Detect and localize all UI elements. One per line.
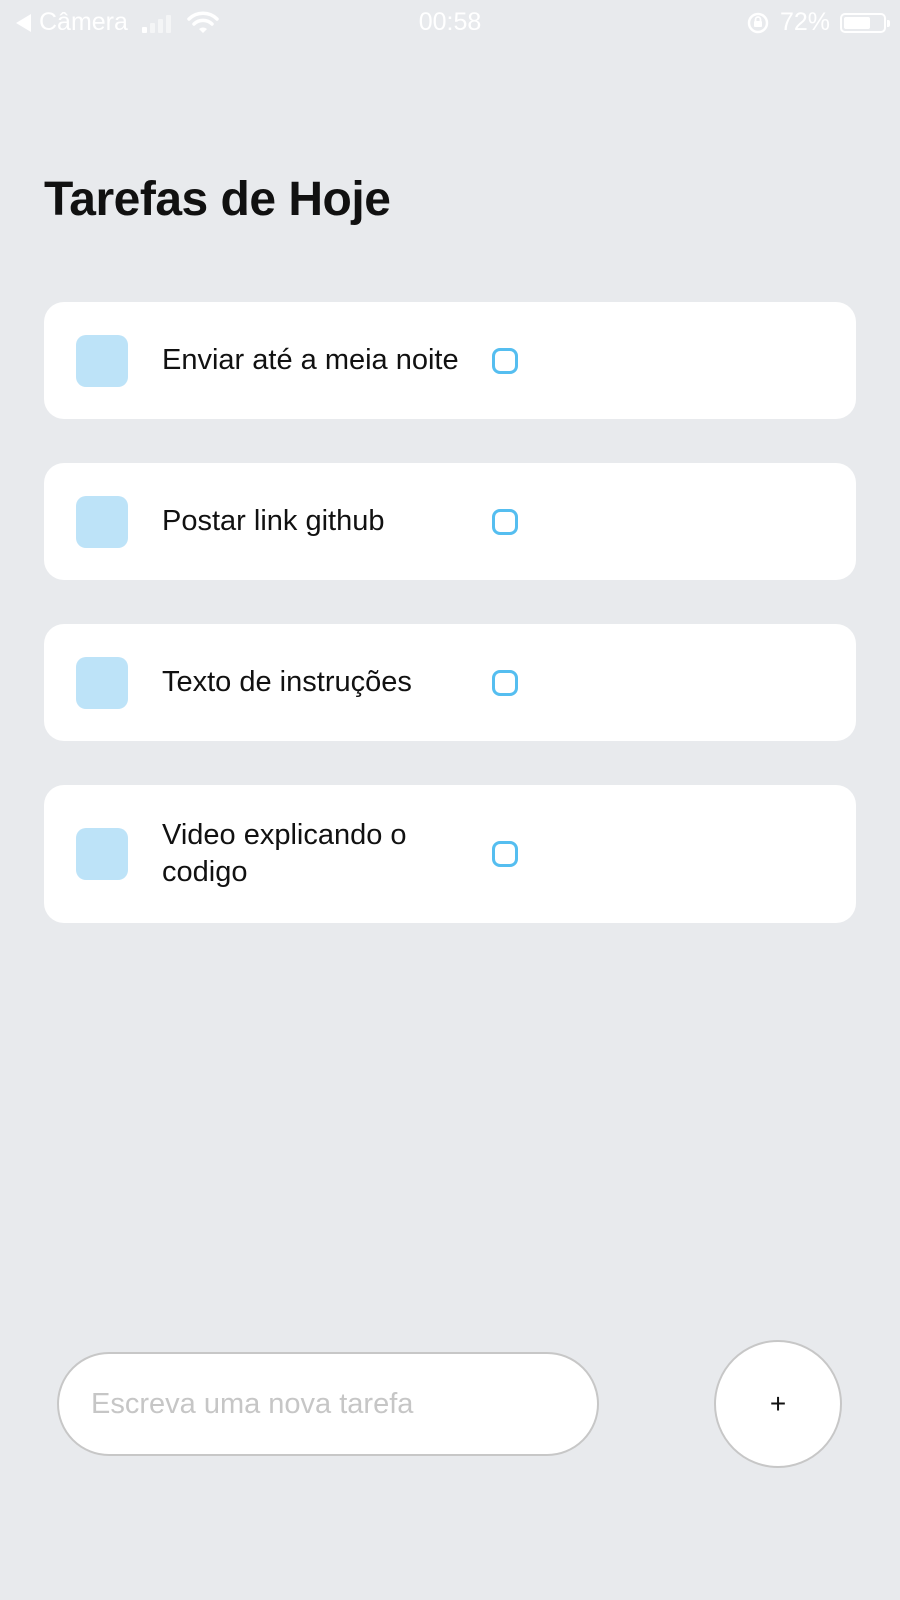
task-circle-icon[interactable] <box>492 508 518 535</box>
new-task-input[interactable] <box>57 1352 599 1456</box>
battery-icon <box>840 12 890 33</box>
task-circle-icon[interactable] <box>492 841 518 867</box>
task-list: Enviar até a meia noite Postar link gith… <box>44 302 856 967</box>
task-square-icon <box>76 828 128 880</box>
task-text: Enviar até a meia noite <box>162 344 459 376</box>
task-text: Video explicando o codigo <box>162 819 407 888</box>
task-circle-icon[interactable] <box>492 669 518 696</box>
battery-fill <box>844 16 871 29</box>
task-square-icon <box>76 656 128 709</box>
rotation-lock-icon <box>747 12 769 33</box>
status-bar: Câmera 00:58 72% <box>0 0 900 46</box>
task-item[interactable]: Enviar até a meia noite <box>44 302 856 419</box>
task-circle-icon[interactable] <box>492 347 518 374</box>
add-task-button[interactable]: + <box>714 1340 842 1468</box>
status-right: 72% <box>746 8 890 37</box>
add-label: + <box>769 1388 787 1419</box>
task-text: Texto de instruções <box>162 666 412 698</box>
task-text: Postar link github <box>162 505 385 537</box>
task-item[interactable]: Texto de instruções <box>44 624 856 741</box>
task-square-icon <box>76 495 128 548</box>
task-item[interactable]: Video explicando o codigo <box>44 785 856 923</box>
task-item[interactable]: Postar link github <box>44 463 856 580</box>
page-title: Tarefas de Hoje <box>44 173 391 226</box>
task-square-icon <box>76 334 128 387</box>
battery-percent: 72% <box>779 8 830 36</box>
